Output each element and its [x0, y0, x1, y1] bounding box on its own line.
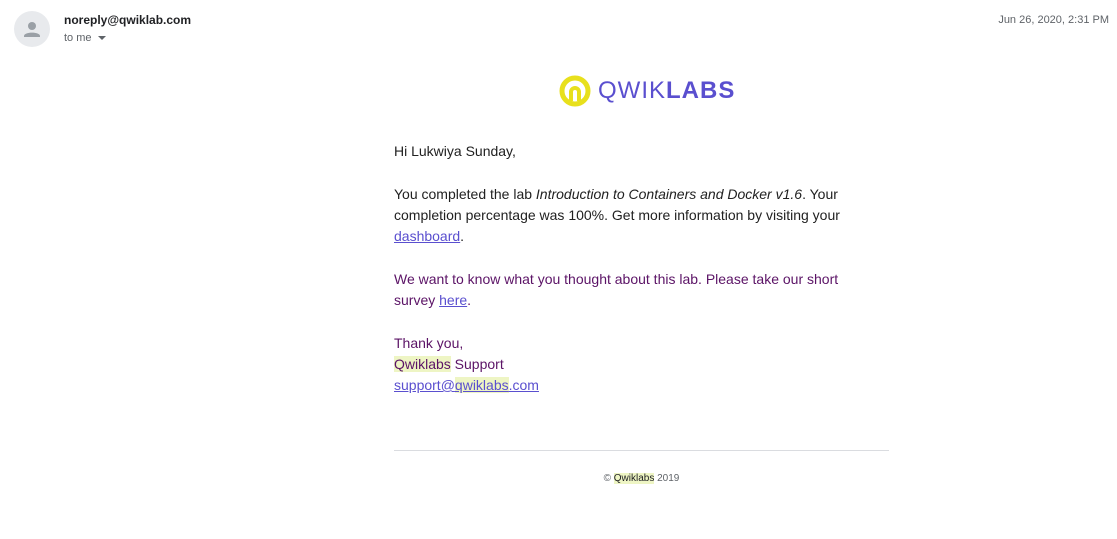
signature-thanks: Thank you, [394, 335, 464, 351]
person-icon [24, 22, 40, 37]
survey-link[interactable]: here [439, 292, 467, 308]
email-header: noreply@qwiklab.com to me Jun 26, 2020, … [0, 0, 1117, 60]
support-email-domain: qwiklabs [454, 377, 509, 393]
sender-address[interactable]: noreply@qwiklab.com [64, 12, 191, 28]
support-email-prefix: support@ [394, 377, 455, 393]
logo-wordmark: QWIKLABS [598, 74, 735, 108]
qwiklabs-logo: QWIKLABS [559, 74, 735, 108]
footer-divider [394, 450, 889, 451]
signature: Thank you, Qwiklabs Support support@qwik… [394, 333, 874, 396]
recipient-dropdown[interactable]: to me [64, 30, 106, 46]
email-timestamp: Jun 26, 2020, 2:31 PM [998, 14, 1109, 26]
support-email-link[interactable]: support@qwiklabs.com [394, 377, 539, 393]
signature-support: Support [450, 356, 504, 372]
survey-paragraph: We want to know what you thought about t… [394, 269, 874, 311]
greeting-text: Hi Lukwiya Sunday, [394, 143, 516, 159]
email-body: Hi Lukwiya Sunday, You completed the lab… [394, 141, 874, 418]
signature-brand: Qwiklabs [394, 356, 451, 372]
logo-wordmark-light: QWIK [598, 77, 666, 104]
footer-year: 2019 [657, 473, 680, 484]
qwiklabs-mark-icon [559, 75, 591, 107]
support-email-tld: .com [508, 377, 539, 393]
dashboard-link[interactable]: dashboard [394, 228, 460, 244]
completion-paragraph: You completed the lab Introduction to Co… [394, 184, 874, 247]
footer-brand: Qwiklabs [613, 473, 655, 484]
lab-title: Introduction to Containers and Docker v1… [535, 186, 803, 202]
completion-period: . [460, 228, 465, 244]
completion-prefix: You completed the lab [394, 186, 536, 202]
caret-down-icon [97, 36, 106, 40]
recipient-label: to me [64, 32, 92, 44]
survey-period: . [467, 292, 472, 308]
greeting: Hi Lukwiya Sunday, [394, 141, 874, 162]
sender-avatar[interactable] [14, 11, 50, 47]
copyright-symbol: © [603, 473, 611, 484]
logo-wordmark-bold: LABS [666, 77, 736, 104]
footer-copyright: © Qwiklabs 2019 [394, 472, 889, 486]
